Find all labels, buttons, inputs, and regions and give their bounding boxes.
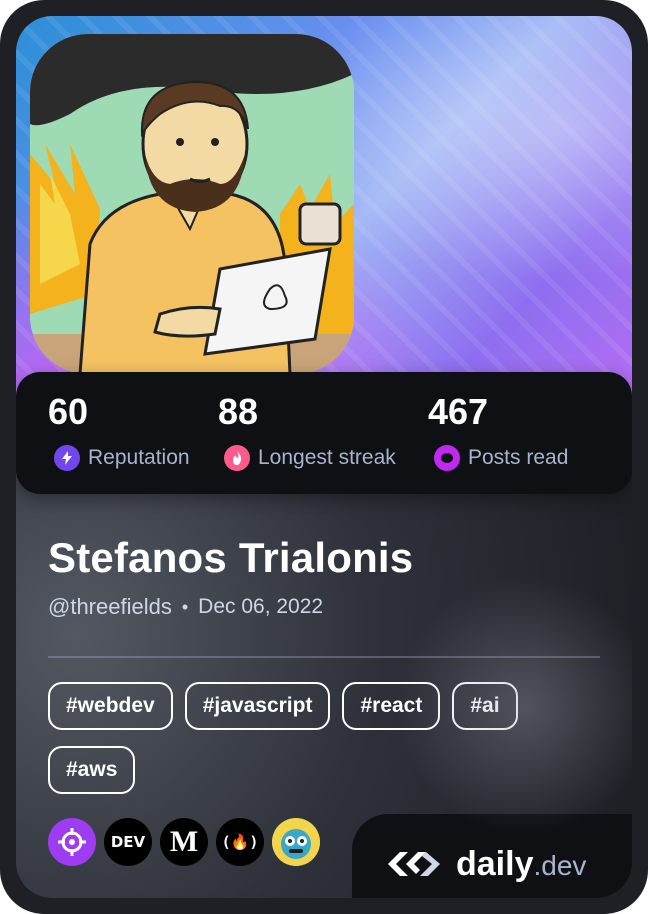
stat-value: 88: [218, 391, 259, 432]
devcard: 60 Reputation 88 Longest streak 467 Post…: [0, 0, 648, 914]
tag-chip[interactable]: #ai: [452, 682, 518, 730]
profile-handle: @threefields: [48, 594, 172, 619]
hero-background: [16, 16, 632, 396]
stats-panel: 60 Reputation 88 Longest streak 467 Post…: [16, 372, 632, 494]
brand-name: daily: [456, 844, 534, 883]
joined-date: Dec 06, 2022: [198, 595, 324, 618]
tag-list: #webdev #javascript #react #ai #aws: [48, 682, 608, 810]
eye-ring-icon: [434, 445, 460, 471]
tag-chip[interactable]: #webdev: [48, 682, 173, 730]
tag-chip[interactable]: #javascript: [184, 682, 331, 730]
separator-dot: •: [181, 596, 189, 617]
source-list: DEV M (🔥): [48, 818, 328, 866]
tag-chip[interactable]: #aws: [48, 746, 136, 794]
brand-suffix: .dev: [533, 849, 587, 881]
daily-dev-logo: daily.dev: [352, 814, 632, 898]
stat-label: Longest streak: [258, 446, 396, 469]
card-frame: 60 Reputation 88 Longest streak 467 Post…: [16, 16, 632, 898]
stat-label: Reputation: [88, 446, 190, 469]
tag-chip[interactable]: #react: [342, 682, 441, 730]
lightning-icon: [54, 445, 80, 471]
profile-name: Stefanos Trialonis: [48, 534, 414, 581]
robot-source-icon[interactable]: [272, 818, 320, 866]
daily-dev-icon: [388, 852, 440, 876]
profile-meta: @threefields • Dec 06, 2022: [48, 594, 323, 620]
avatar: [30, 34, 354, 374]
stat-value: 467: [428, 391, 489, 432]
divider: [48, 656, 600, 658]
stat-longest-streak: 88 Longest streak: [218, 392, 396, 472]
medium-source-icon[interactable]: M: [160, 818, 208, 866]
stat-label: Posts read: [468, 446, 569, 469]
freecodecamp-source-icon[interactable]: (🔥): [216, 818, 264, 866]
stat-value: 60: [48, 391, 89, 432]
flame-icon: [224, 445, 250, 471]
dev-source-icon[interactable]: DEV: [104, 818, 152, 866]
crosshair-source-icon[interactable]: [48, 818, 96, 866]
stat-posts-read: 467 Posts read: [428, 392, 568, 472]
stat-reputation: 60 Reputation: [48, 392, 190, 472]
